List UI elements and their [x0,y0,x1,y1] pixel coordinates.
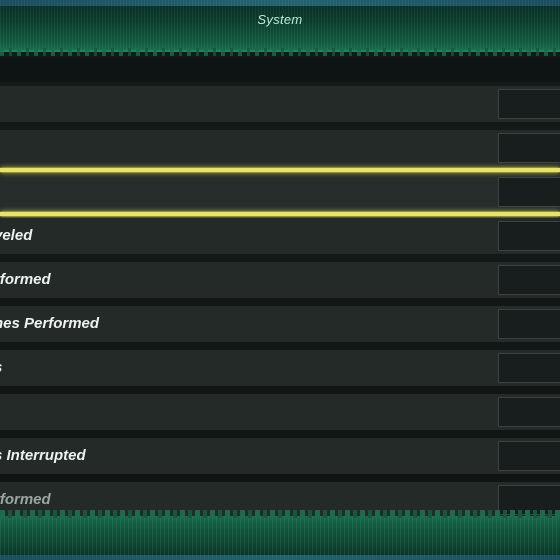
stat-row[interactable]: s [0,350,560,386]
stat-row[interactable]: rformed [0,262,560,298]
stat-label: veled [0,227,33,244]
stat-row[interactable] [0,130,560,166]
stat-value-box [498,265,560,295]
stats-list: veled rformed nes Performed s s Interrup… [0,86,560,526]
stat-row[interactable] [0,86,560,122]
stat-row[interactable]: veled [0,218,560,254]
header-glow-strip [0,0,560,6]
header-title: System [257,12,303,27]
stat-label: s [0,350,2,386]
stat-value-box [498,133,560,163]
stat-value-box [498,441,560,471]
stat-label: rformed [0,271,51,288]
stat-value-box [498,177,560,207]
game-menu-screen: System veled rformed nes Performed [0,0,560,560]
stat-label: nes Performed [0,315,100,332]
footer-bar [0,510,560,560]
stat-row[interactable] [0,394,560,430]
stat-value-box [498,309,560,339]
stat-value-box [498,221,560,251]
header-bar: System [0,0,560,56]
stat-value-box [498,353,560,383]
subheader-bar [0,58,560,82]
stat-value-box [498,89,560,119]
stat-row[interactable]: nes Performed [0,306,560,342]
stat-row-selected[interactable] [0,168,560,216]
stat-label: s Interrupted [0,447,86,464]
stat-row[interactable]: s Interrupted [0,438,560,474]
footer-glow-strip [0,555,560,560]
stat-value-box [498,397,560,427]
